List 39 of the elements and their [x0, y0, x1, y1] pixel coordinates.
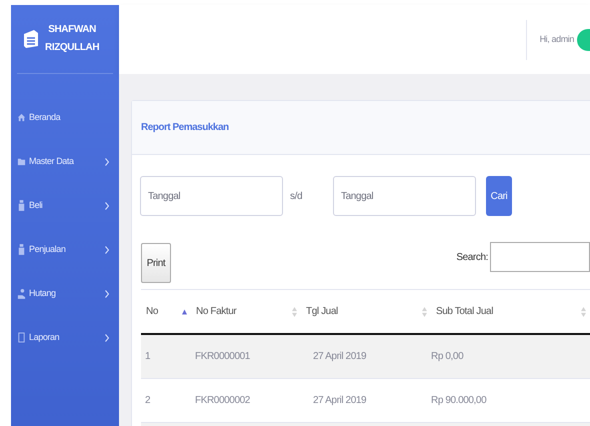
chevron-right-icon: [105, 290, 109, 298]
table-cell: Rp 90.000,00: [431, 395, 486, 406]
file-icon: [17, 332, 26, 343]
print-button[interactable]: Print: [141, 243, 171, 283]
brand-name: SHAFWAN: [48, 23, 96, 37]
sort-icon[interactable]: [292, 306, 297, 316]
table-cell: 2: [145, 395, 150, 406]
column-header[interactable]: No Faktur: [196, 304, 236, 319]
sort-ascending-icon[interactable]: [182, 308, 187, 314]
range-separator: s/d: [289, 190, 304, 204]
table-cell: 27 April 2019: [313, 395, 366, 406]
chevron-right-icon: [105, 246, 109, 254]
column-header[interactable]: No: [146, 304, 158, 319]
search-button[interactable]: Cari: [486, 176, 512, 216]
table-cell: Rp 0,00: [431, 351, 464, 362]
box-icon: [17, 200, 26, 211]
brand-name: RIZQULLAH: [45, 41, 100, 55]
column-header[interactable]: Sub Total Jual: [436, 304, 494, 319]
search-field[interactable]: [490, 242, 590, 272]
column-header[interactable]: Tgl Jual: [306, 304, 338, 319]
date-field[interactable]: Tanggal: [333, 176, 476, 216]
box-icon: [17, 244, 26, 255]
chevron-right-icon: [105, 334, 109, 342]
user-greeting[interactable]: Hi, admin: [540, 32, 574, 46]
sort-icon[interactable]: [581, 306, 586, 316]
chevron-right-icon: [105, 158, 109, 166]
table-cell: FKR0000001: [195, 351, 250, 362]
search-label: Search:: [456, 250, 488, 264]
table-cell: 27 April 2019: [313, 351, 366, 362]
chevron-right-icon: [105, 202, 109, 210]
sort-icon[interactable]: [422, 306, 427, 316]
table-cell: FKR0000002: [195, 395, 250, 406]
avatar-icon[interactable]: [577, 28, 590, 50]
logo-icon: [23, 29, 39, 49]
table-cell: 1: [145, 351, 150, 362]
folder-icon: [17, 156, 26, 167]
date-field[interactable]: Tanggal: [140, 176, 283, 216]
home-icon: [17, 112, 26, 123]
card-title: Report Pemasukkan: [141, 121, 229, 135]
